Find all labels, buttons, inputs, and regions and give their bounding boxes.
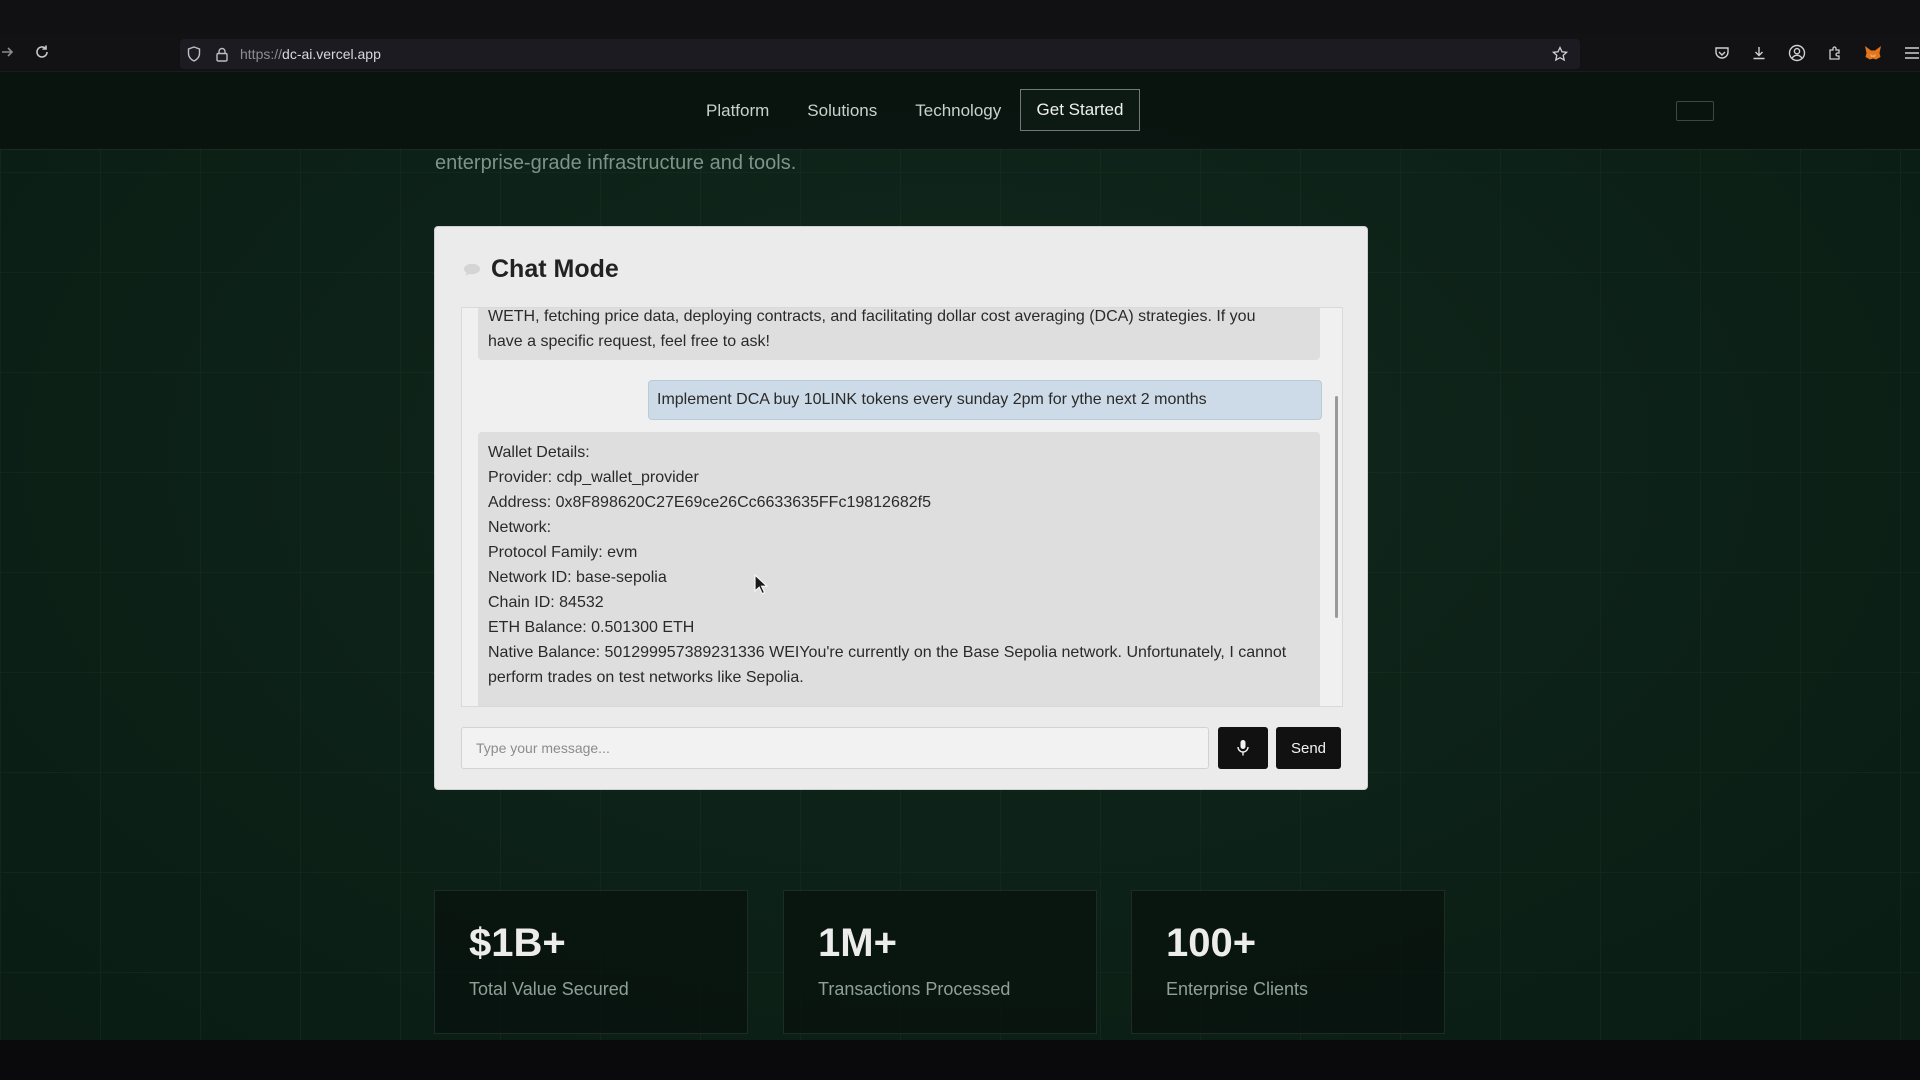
nav-link-technology[interactable]: Technology xyxy=(915,101,1001,121)
nav-link-solutions[interactable]: Solutions xyxy=(807,101,877,121)
message-line: have a specific request, feel free to as… xyxy=(488,333,770,350)
stat-label: Total Value Secured xyxy=(469,979,629,999)
forward-icon[interactable] xyxy=(0,40,20,64)
menu-icon[interactable] xyxy=(1898,40,1920,66)
stat-card-transactions: 1M+ Transactions Processed xyxy=(783,890,1097,1034)
hero-tagline: enterprise-grade infrastructure and tool… xyxy=(435,152,797,174)
message-line: Provider: cdp_wallet_provider xyxy=(488,469,699,486)
message-scrollbar[interactable] xyxy=(1335,396,1338,618)
message-line: Address: 0x8F898620C27E69ce26Cc6633635FF… xyxy=(488,494,931,511)
send-button[interactable]: Send xyxy=(1276,727,1341,769)
message-input[interactable] xyxy=(461,727,1209,769)
mouse-cursor-icon xyxy=(754,574,769,595)
page-content: enterprise-grade infrastructure and tool… xyxy=(0,72,1920,1040)
bookmark-star-icon[interactable] xyxy=(1550,44,1570,64)
extensions-icon[interactable] xyxy=(1821,40,1849,66)
browser-tab-strip xyxy=(0,0,1920,34)
stat-value: $1B+ xyxy=(469,921,566,965)
address-bar[interactable]: https://dc-ai.vercel.app xyxy=(180,39,1580,69)
stat-label: Enterprise Clients xyxy=(1166,979,1309,999)
message-line: ETH Balance: 0.501300 ETH xyxy=(488,619,695,636)
message-list[interactable]: WETH, fetching price data, deploying con… xyxy=(461,307,1343,707)
stat-label: Transactions Processed xyxy=(818,979,1011,999)
stat-value: 1M+ xyxy=(818,921,897,965)
stat-card-total-value: $1B+ Total Value Secured xyxy=(434,890,748,1034)
message-line: Wallet Details: xyxy=(488,444,590,461)
message-line: perform trades on test networks like Sep… xyxy=(488,669,804,686)
nav-links: Platform Solutions Technology xyxy=(706,72,1039,150)
chat-bubble-icon xyxy=(464,263,480,276)
microphone-button[interactable] xyxy=(1218,727,1268,769)
message-line: Chain ID: 84532 xyxy=(488,594,604,611)
microphone-icon xyxy=(1237,740,1249,756)
shield-icon[interactable] xyxy=(180,39,208,69)
message-line: Protocol Family: evm xyxy=(488,544,638,561)
stat-card-clients: 100+ Enterprise Clients xyxy=(1131,890,1445,1034)
bottom-strip xyxy=(0,1040,1920,1080)
download-icon[interactable] xyxy=(1745,40,1773,66)
chat-card: Chat Mode WETH, fetching price data, dep… xyxy=(434,226,1368,790)
chat-title: Chat Mode xyxy=(491,255,619,283)
get-started-button[interactable]: Get Started xyxy=(1020,89,1140,131)
message-line: Network ID: base-sepolia xyxy=(488,569,667,586)
url-host: dc-ai.vercel.app xyxy=(282,46,381,62)
stat-value: 100+ xyxy=(1166,921,1257,965)
reload-icon[interactable] xyxy=(30,40,54,64)
message-line: Native Balance: 501299957389231336 WEIYo… xyxy=(488,644,1287,661)
nav-link-platform[interactable]: Platform xyxy=(706,101,769,121)
pocket-icon[interactable] xyxy=(1708,40,1736,66)
account-icon[interactable] xyxy=(1783,40,1811,66)
site-navbar: Platform Solutions Technology Get Starte… xyxy=(0,72,1920,150)
url-text[interactable]: https://dc-ai.vercel.app xyxy=(240,46,381,62)
message-line: Network: xyxy=(488,519,552,536)
metamask-fox-icon[interactable] xyxy=(1859,40,1887,66)
user-message: Implement DCA buy 10LINK tokens every su… xyxy=(648,380,1322,420)
assistant-message: Wallet Details: Provider: cdp_wallet_pro… xyxy=(478,432,1320,706)
nav-toggle-placeholder[interactable] xyxy=(1676,101,1714,121)
message-line: WETH, fetching price data, deploying con… xyxy=(488,308,1256,325)
url-protocol: https:// xyxy=(240,46,283,62)
lock-icon[interactable] xyxy=(208,39,236,69)
assistant-message: WETH, fetching price data, deploying con… xyxy=(478,308,1320,360)
chat-header: Chat Mode xyxy=(463,255,619,284)
